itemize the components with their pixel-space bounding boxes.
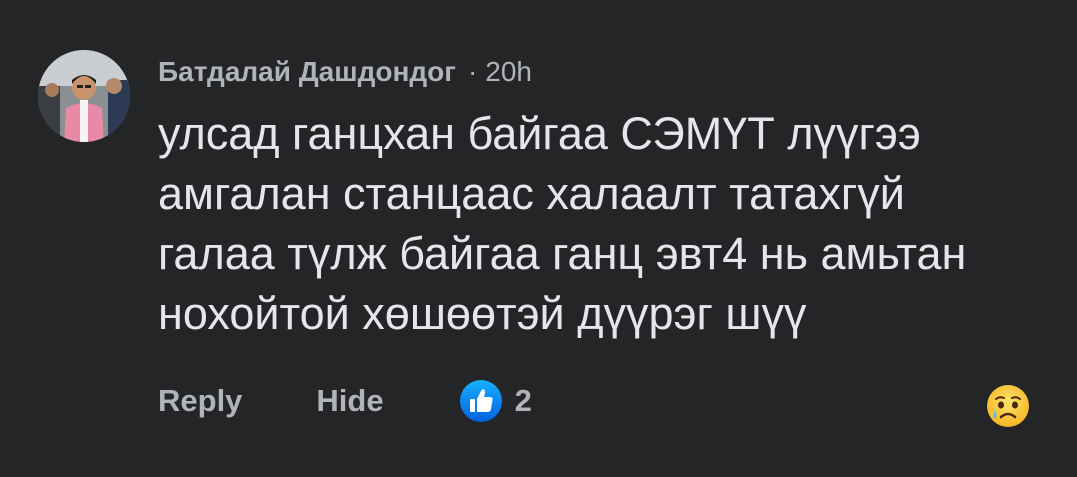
reaction-summary[interactable]: 2 bbox=[459, 379, 532, 423]
reaction-picker-button[interactable] bbox=[986, 384, 1030, 428]
comment-line: нохойтой хөшөөтэй дүүрэг шүү bbox=[158, 288, 807, 339]
comment-line: галаа түлж байгаа ганц эвт4 нь амьтан bbox=[158, 228, 967, 279]
thumbs-up-icon bbox=[459, 380, 502, 422]
author-avatar[interactable] bbox=[38, 50, 130, 142]
header-separator: · bbox=[467, 56, 478, 87]
comment-text: улсад ганцхан байгаа СЭМҮТ лүүгээ амгала… bbox=[158, 104, 1058, 344]
comment-line: амгалан станцаас халаалт татахгүй bbox=[158, 168, 905, 219]
comment-header: Батдалай Дашдондог · 20h bbox=[158, 54, 532, 90]
sad-face-emoji-icon bbox=[987, 385, 1029, 427]
comment-line: улсад ганцхан байгаа СЭМҮТ лүүгээ bbox=[158, 108, 921, 159]
reply-button[interactable]: Reply bbox=[158, 383, 242, 419]
comment-timestamp[interactable]: 20h bbox=[485, 56, 532, 88]
like-count: 2 bbox=[514, 383, 532, 418]
comment-actions: Reply Hide 2 bbox=[158, 378, 532, 424]
author-name[interactable]: Батдалай Дашдондог bbox=[158, 56, 456, 88]
hide-button[interactable]: Hide bbox=[316, 383, 383, 419]
